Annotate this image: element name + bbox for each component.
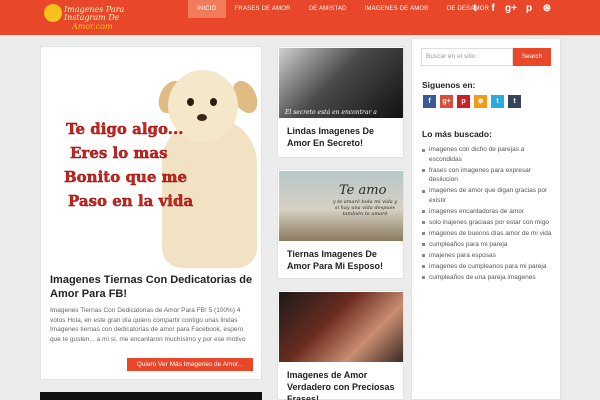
featured-post-excerpt: Imagenes Tiernas Con Dedicatorias de Amo… <box>50 307 246 343</box>
post-image[interactable]: Te amo y te amaré toda mi vida y si hay … <box>279 171 403 241</box>
featured-post-image[interactable]: Te digo algo... Eres lo mas Bonito que m… <box>42 48 261 268</box>
googleplus-icon[interactable]: g+ <box>504 0 518 18</box>
puppy-nose <box>197 114 207 121</box>
post-card: El secreto está en encontrar a Lindas Im… <box>277 46 404 158</box>
image-caption-line: Bonito que me <box>64 168 188 186</box>
popular-search-link[interactable]: imagenes con dicho de parejas a escondid… <box>422 145 555 164</box>
rss-icon[interactable]: ⊛ <box>474 95 487 108</box>
puppy-eye-right <box>210 98 217 106</box>
facebook-icon[interactable]: f <box>486 0 500 18</box>
post-image[interactable]: El secreto está en encontrar a <box>279 48 403 118</box>
image-heading-text: Te amo <box>339 183 387 198</box>
popular-search-link[interactable]: imagenes de buenos días amor de mi vida <box>422 229 555 239</box>
nav-item-frases-de-amor[interactable]: FRASES DE AMOR <box>226 0 300 18</box>
image-overlay-text: El secreto está en encontrar a <box>285 109 377 116</box>
twitter-icon[interactable]: t <box>491 95 504 108</box>
popular-heading: Lo más buscado: <box>422 129 492 139</box>
read-more-button[interactable]: Quiero Ver Más Imagenes de Amor... <box>127 358 253 371</box>
post-card: Imagenes de Amor Verdadero con Preciosas… <box>277 290 404 400</box>
popular-search-link[interactable]: imagenes de cumpleanos para mi pareja <box>422 262 555 272</box>
googleplus-icon[interactable]: g+ <box>440 95 453 108</box>
popular-searches-list: imagenes con dicho de parejas a escondid… <box>422 145 555 284</box>
popular-search-link[interactable]: frases con imagenes para expresar desilu… <box>422 166 555 185</box>
popular-search-link[interactable]: imagenes encantadoras de amor <box>422 207 555 217</box>
popular-search-link[interactable]: imajenes para esposas <box>422 251 555 261</box>
tumblr-icon[interactable]: t <box>508 95 521 108</box>
featured-post-title[interactable]: Imagenes Tiernas Con Dedicatorias de Amo… <box>50 273 255 301</box>
search-button[interactable]: Search <box>513 48 551 66</box>
popular-search-link[interactable]: solo inajenes graciaas por estar con mig… <box>422 218 555 228</box>
follow-social-links: f g+ p ⊛ t t <box>423 95 521 108</box>
popular-search-link[interactable]: imagenes de amor que digan gracias por e… <box>422 186 555 205</box>
header-social-links: t f g+ p ⊛ <box>468 0 554 18</box>
post-card: Te amo y te amaré toda mi vida y si hay … <box>277 169 404 279</box>
search-input[interactable]: Buscar en el sitio <box>421 48 513 66</box>
rss-icon[interactable]: ⊛ <box>540 0 554 18</box>
top-header: Imagenes Para Instagram De Amor.com INIC… <box>0 0 600 35</box>
post-title[interactable]: Lindas Imagenes De Amor En Secreto! <box>287 125 399 149</box>
facebook-icon[interactable]: f <box>423 95 436 108</box>
image-caption-line: Paso en la vida <box>68 192 194 210</box>
site-logo[interactable]: Imagenes Para Instagram De Amor.com <box>44 2 124 32</box>
logo-line-3: Amor.com <box>72 22 113 31</box>
follow-heading: Siguenos en: <box>422 80 476 90</box>
post-image[interactable] <box>279 292 403 362</box>
nav-item-inicio[interactable]: INICIO <box>188 0 226 18</box>
next-post-image[interactable] <box>40 392 262 400</box>
main-nav: INICIO FRASES DE AMOR DE AMISTAD IMAGENE… <box>188 0 498 18</box>
pinterest-icon[interactable]: p <box>522 0 536 18</box>
image-caption-line: Te digo algo... <box>66 120 184 138</box>
featured-post-card: Te digo algo... Eres lo mas Bonito que m… <box>40 46 262 380</box>
sidebar: Buscar en el sitio Search Siguenos en: f… <box>411 38 561 400</box>
nav-item-imagenes-de-amor[interactable]: IMAGENES DE AMOR <box>356 0 438 18</box>
nav-item-de-amistad[interactable]: DE AMISTAD <box>300 0 356 18</box>
pinterest-icon[interactable]: p <box>457 95 470 108</box>
heart-icon <box>44 4 62 22</box>
popular-search-link[interactable]: cumpleaños de una pareja imagenes <box>422 273 555 283</box>
image-caption-line: Eres lo mas <box>70 144 168 162</box>
post-title[interactable]: Tiernas Imagenes De Amor Para Mi Esposo! <box>287 248 399 272</box>
puppy-eye-left <box>187 98 194 106</box>
logo-line-2: Instagram De <box>64 13 120 22</box>
popular-search-link[interactable]: cumpleaños para mi pareja <box>422 240 555 250</box>
image-sub-text: y te amaré toda mi vida y si hay una vid… <box>332 199 398 217</box>
post-title[interactable]: Imagenes de Amor Verdadero con Preciosas… <box>287 369 399 400</box>
twitter-icon[interactable]: t <box>468 0 482 18</box>
